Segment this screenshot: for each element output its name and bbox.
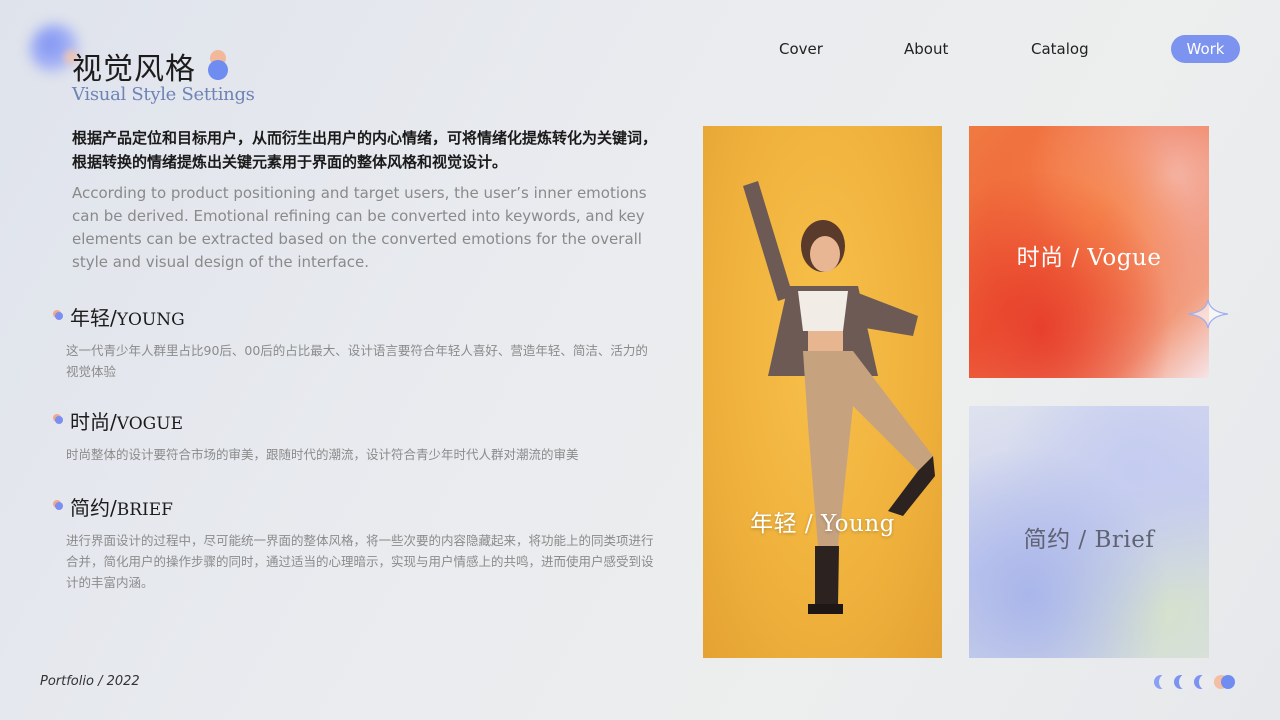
dancer-figure-illustration bbox=[743, 181, 935, 614]
section-title-en: VOGUE bbox=[116, 414, 183, 434]
page-indicator bbox=[1154, 674, 1244, 691]
section-vogue: 时尚/VOGUE 时尚整体的设计要符合市场的审美，跟随时代的潮流，设计符合青少年… bbox=[52, 406, 652, 462]
section-young: 年轻/YOUNG 这一代青少年人群里占比90后、00后的占比最大、设计语言要符合… bbox=[52, 302, 652, 379]
footer-portfolio-year: Portfolio / 2022 bbox=[40, 674, 140, 689]
top-nav: Cover About Catalog Work bbox=[0, 35, 1280, 65]
section-title: 年轻/YOUNG bbox=[70, 302, 185, 331]
bullet-dot-icon bbox=[55, 416, 63, 424]
section-heading: 简约/BRIEF bbox=[52, 492, 652, 520]
page-dot-crescent-icon[interactable] bbox=[1194, 674, 1213, 690]
nav-catalog[interactable]: Catalog bbox=[1031, 40, 1089, 58]
bullet-dot-icon bbox=[55, 502, 63, 510]
sparkle-star-icon bbox=[1187, 299, 1229, 329]
section-title-en: YOUNG bbox=[116, 310, 185, 330]
nav-work-active[interactable]: Work bbox=[1171, 35, 1240, 63]
section-body: 这一代青少年人群里占比90后、00后的占比最大、设计语言要符合年轻人喜好、营造年… bbox=[66, 343, 648, 379]
card-brief-image[interactable]: 简约 / Brief bbox=[969, 406, 1209, 658]
card-vogue-image[interactable]: 时尚 / Vogue bbox=[969, 126, 1209, 378]
page-subtitle: Visual Style Settings bbox=[72, 84, 255, 105]
intro-text-en: According to product positioning and tar… bbox=[72, 184, 647, 271]
section-title-cn: 简约/ bbox=[70, 496, 117, 520]
card-label: 年轻 / Young bbox=[750, 511, 895, 537]
section-title: 简约/BRIEF bbox=[70, 492, 173, 521]
page-dot-crescent-icon[interactable] bbox=[1174, 674, 1193, 690]
section-body: 时尚整体的设计要符合市场的审美，跟随时代的潮流，设计符合青少年时代人群对潮流的审… bbox=[66, 447, 579, 462]
nav-cover[interactable]: Cover bbox=[779, 40, 823, 58]
section-title-cn: 年轻/ bbox=[70, 306, 117, 330]
card-label: 时尚 / Vogue bbox=[1016, 245, 1162, 271]
card-young-image[interactable]: 年轻 / Young bbox=[703, 126, 942, 658]
section-heading: 时尚/VOGUE bbox=[52, 406, 652, 434]
intro-text-cn: 根据产品定位和目标用户，从而衍生出用户的内心情绪，可将情绪化提炼转化为关键词，根… bbox=[72, 129, 658, 171]
section-brief: 简约/BRIEF 进行界面设计的过程中，尽可能统一界面的整体风格，将一些次要的内… bbox=[52, 492, 654, 590]
section-heading: 年轻/YOUNG bbox=[52, 302, 652, 330]
page-dot-active-blue[interactable] bbox=[1221, 675, 1235, 689]
nav-about[interactable]: About bbox=[904, 40, 948, 58]
bullet-dot-icon bbox=[55, 312, 63, 320]
section-body: 进行界面设计的过程中，尽可能统一界面的整体风格，将一些次要的内容隐藏起来，将功能… bbox=[66, 533, 654, 590]
section-title-cn: 时尚/ bbox=[70, 410, 117, 434]
page-dot-crescent-icon[interactable] bbox=[1154, 674, 1173, 690]
section-title-en: BRIEF bbox=[116, 500, 173, 520]
section-title: 时尚/VOGUE bbox=[70, 406, 183, 435]
card-label: 简约 / Brief bbox=[1023, 527, 1155, 553]
